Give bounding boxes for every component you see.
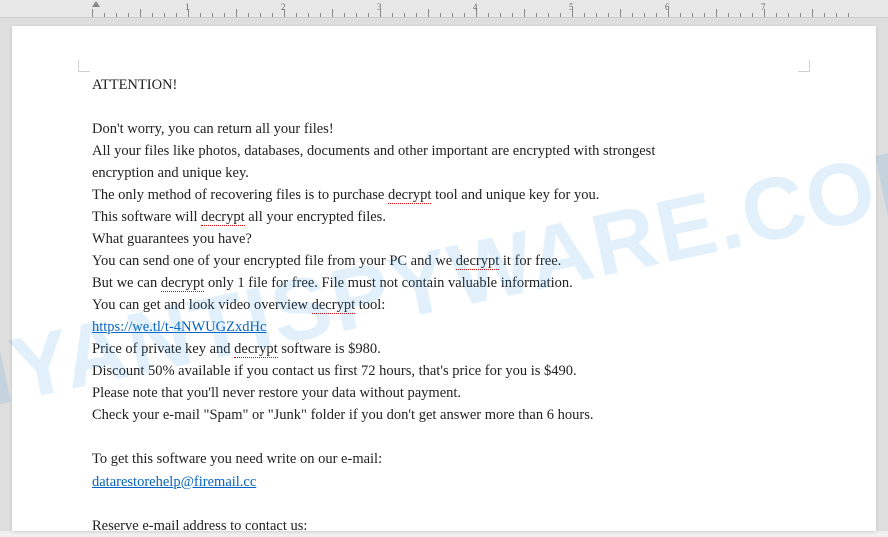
spellcheck-word: decrypt	[161, 275, 204, 292]
text-line: Discount 50% available if you contact us…	[92, 360, 796, 382]
spellcheck-word: decrypt	[312, 297, 355, 314]
text-line: datarestorehelp@firemail.cc	[92, 471, 796, 493]
text-line: The only method of recovering files is t…	[92, 184, 796, 206]
text-line: What guarantees you have?	[92, 228, 796, 250]
text-line: You can send one of your encrypted file …	[92, 250, 796, 272]
text-line: Please note that you'll never restore yo…	[92, 382, 796, 404]
horizontal-ruler: 1234567	[0, 0, 888, 18]
text-line: encryption and unique key.	[92, 162, 796, 184]
document-body[interactable]: ATTENTION! Don't worry, you can return a…	[92, 74, 796, 537]
contact-email[interactable]: datarestorehelp@firemail.cc	[92, 474, 256, 490]
text-line: All your files like photos, databases, d…	[92, 140, 796, 162]
heading-attention: ATTENTION!	[92, 74, 796, 96]
video-link[interactable]: https://we.tl/t-4NWUGZxdHc	[92, 319, 266, 335]
text-line: To get this software you need write on o…	[92, 448, 796, 470]
text-line: Check your e-mail "Spam" or "Junk" folde…	[92, 404, 796, 426]
text-line: https://we.tl/t-4NWUGZxdHc	[92, 316, 796, 338]
text-line: Price of private key and decrypt softwar…	[92, 338, 796, 360]
spellcheck-word: decrypt	[201, 209, 244, 226]
margin-marker-top-right	[798, 60, 810, 72]
document-page[interactable]: MYANTISPYWARE.COM ATTENTION! Don't worry…	[12, 26, 876, 531]
page-container: MYANTISPYWARE.COM ATTENTION! Don't worry…	[0, 18, 888, 531]
ruler-indent-marker[interactable]	[92, 1, 100, 7]
spellcheck-word: decrypt	[234, 341, 277, 358]
margin-marker-top-left	[78, 60, 90, 72]
spellcheck-word: decrypt	[456, 253, 499, 270]
text-line: But we can decrypt only 1 file for free.…	[92, 272, 796, 294]
spellcheck-word: decrypt	[388, 187, 431, 204]
text-line: Reserve e-mail address to contact us:	[92, 515, 796, 537]
text-line: Don't worry, you can return all your fil…	[92, 118, 796, 140]
text-line: This software will decrypt all your encr…	[92, 206, 796, 228]
text-line: You can get and look video overview decr…	[92, 294, 796, 316]
